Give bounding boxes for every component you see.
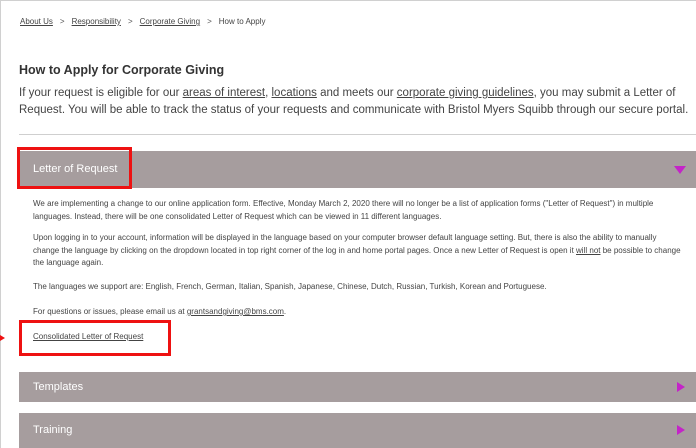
- paragraph-text: For questions or issues, please email us…: [33, 307, 187, 316]
- accordion-title: Templates: [33, 381, 84, 393]
- caret-right-icon: [677, 382, 685, 392]
- breadcrumb-link-corporate-giving[interactable]: Corporate Giving: [140, 17, 200, 26]
- page-title: How to Apply for Corporate Giving: [19, 63, 225, 77]
- caret-down-icon: [674, 166, 686, 174]
- breadcrumb-separator: >: [59, 17, 65, 26]
- corporate-giving-guidelines-link[interactable]: corporate giving guidelines: [397, 87, 534, 99]
- intro-text: and meets our: [316, 87, 397, 99]
- breadcrumb-link-about-us[interactable]: About Us: [20, 17, 53, 26]
- intro-paragraph: If your request is eligible for our area…: [19, 85, 695, 118]
- will-not-emphasis: will not: [576, 245, 601, 255]
- section-divider: [19, 134, 696, 135]
- accordion-training-header[interactable]: Training: [19, 413, 696, 448]
- areas-of-interest-link[interactable]: areas of interest: [183, 87, 265, 99]
- breadcrumb-current: How to Apply: [218, 17, 266, 26]
- paragraph-text: .: [283, 307, 287, 316]
- contact-paragraph: For questions or issues, please email us…: [33, 306, 683, 319]
- breadcrumb-link-responsibility[interactable]: Responsibility: [72, 17, 121, 26]
- highlight-box-letter-of-request: [17, 147, 132, 189]
- notice-paragraph: We are implementing a change to our onli…: [33, 199, 654, 221]
- email-link[interactable]: grantsandgiving@bms.com: [187, 307, 284, 316]
- caret-right-icon: [677, 425, 685, 435]
- breadcrumb-separator: >: [127, 17, 133, 26]
- breadcrumb: About Us > Responsibility > Corporate Giving…: [20, 17, 265, 26]
- intro-text: If your request is eligible for our: [19, 87, 183, 99]
- accordion-title: Training: [33, 424, 73, 436]
- breadcrumb-separator: >: [207, 17, 212, 26]
- pointer-arrow-icon: [0, 335, 5, 341]
- supported-languages-paragraph: The languages we support are: English, F…: [33, 282, 547, 291]
- accordion-templates-header[interactable]: Templates: [19, 372, 696, 402]
- language-paragraph: Upon logging in to your account, informa…: [33, 232, 683, 270]
- highlight-box-consolidated-link: [19, 320, 171, 356]
- locations-link[interactable]: locations: [272, 87, 317, 99]
- paragraph-text: Upon logging in to your account, informa…: [33, 233, 657, 255]
